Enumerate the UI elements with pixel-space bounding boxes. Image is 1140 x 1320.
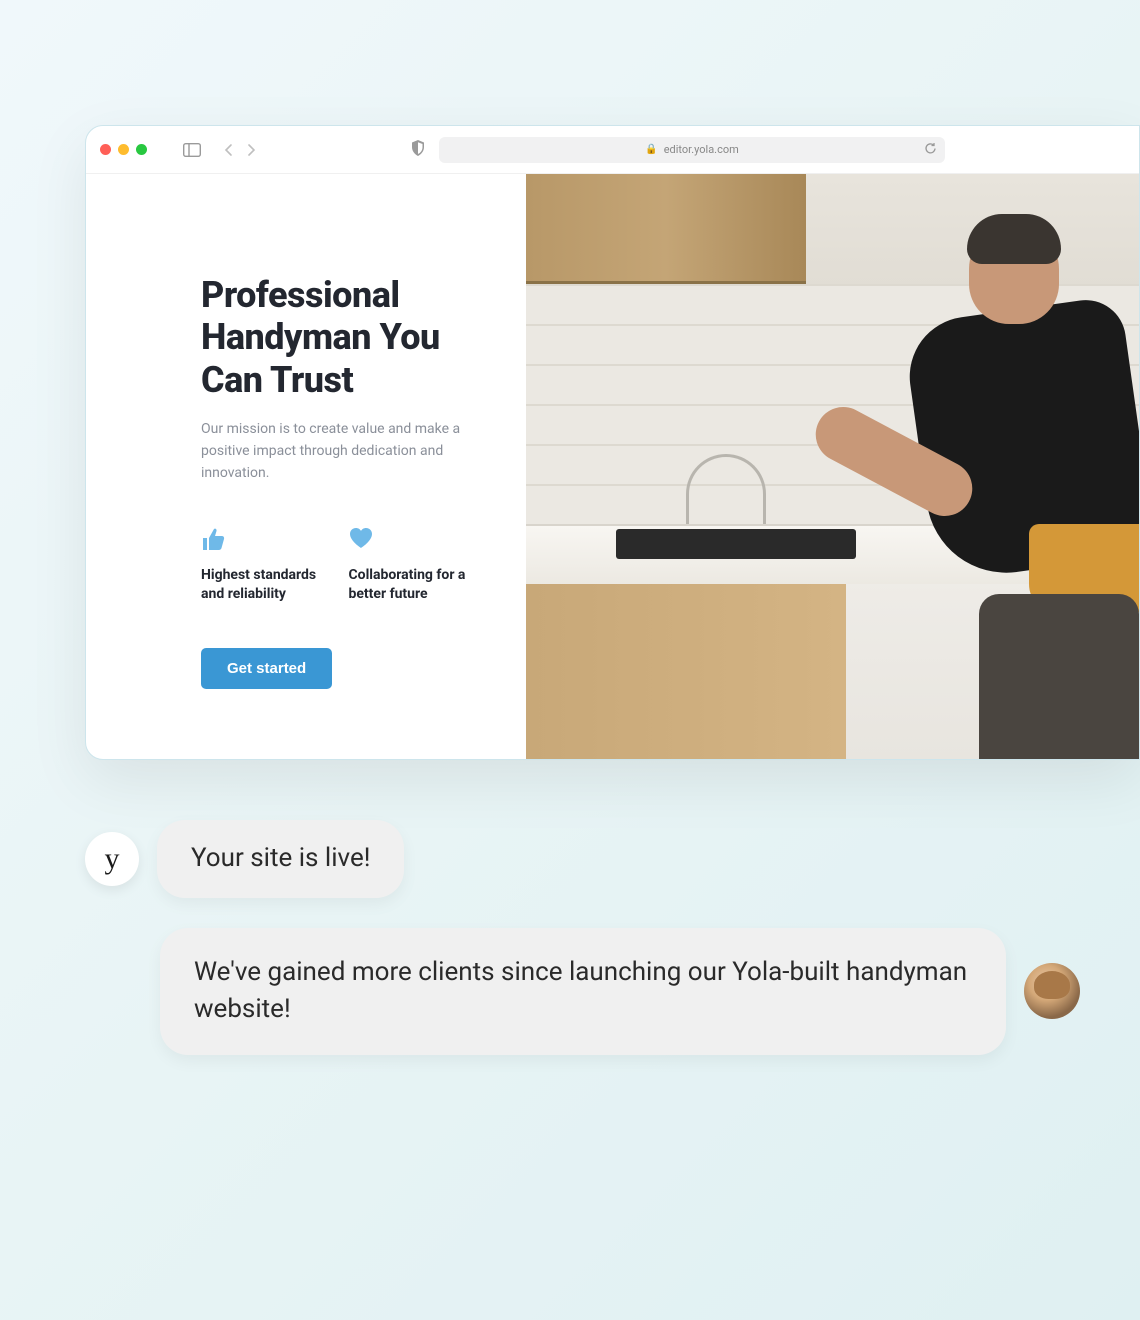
thumbs-up-icon bbox=[201, 528, 319, 550]
privacy-shield-icon[interactable] bbox=[411, 140, 425, 160]
feature-standards: Highest standards and reliability bbox=[201, 528, 319, 604]
feature-label: Highest standards and reliability bbox=[201, 566, 319, 604]
hero-heading: Professional Handyman You Can Trust bbox=[201, 274, 466, 401]
chat-area: y Your site is live! We've gained more c… bbox=[85, 820, 1080, 1055]
website-preview: Professional Handyman You Can Trust Our … bbox=[86, 174, 1139, 759]
sidebar-toggle-icon[interactable] bbox=[183, 143, 201, 157]
chat-bubble: Your site is live! bbox=[157, 820, 404, 898]
lock-icon: 🔒 bbox=[645, 144, 657, 155]
chat-message-system: y Your site is live! bbox=[85, 820, 1080, 898]
features-row: Highest standards and reliability Collab… bbox=[201, 528, 466, 604]
feature-collaboration: Collaborating for a better future bbox=[349, 528, 467, 604]
address-text: editor.yola.com bbox=[664, 143, 739, 156]
navigation-arrows bbox=[223, 143, 257, 157]
close-window-button[interactable] bbox=[100, 144, 111, 155]
minimize-window-button[interactable] bbox=[118, 144, 129, 155]
hero-left-column: Professional Handyman You Can Trust Our … bbox=[86, 174, 526, 759]
heart-icon bbox=[349, 528, 467, 550]
yola-avatar: y bbox=[85, 832, 139, 886]
chat-bubble: We've gained more clients since launchin… bbox=[160, 928, 1006, 1055]
address-bar[interactable]: 🔒 editor.yola.com bbox=[439, 137, 945, 163]
yola-logo-letter: y bbox=[105, 842, 120, 876]
forward-button[interactable] bbox=[247, 143, 257, 157]
back-button[interactable] bbox=[223, 143, 233, 157]
user-avatar bbox=[1024, 963, 1080, 1019]
window-controls bbox=[100, 144, 147, 155]
maximize-window-button[interactable] bbox=[136, 144, 147, 155]
hero-image bbox=[526, 174, 1139, 759]
browser-window: 🔒 editor.yola.com Professional Handyman … bbox=[85, 125, 1140, 760]
feature-label: Collaborating for a better future bbox=[349, 566, 467, 604]
get-started-button[interactable]: Get started bbox=[201, 648, 332, 689]
refresh-icon[interactable] bbox=[924, 142, 937, 158]
browser-toolbar: 🔒 editor.yola.com bbox=[86, 126, 1139, 174]
chat-message-user: We've gained more clients since launchin… bbox=[160, 928, 1080, 1055]
hero-mission-text: Our mission is to create value and make … bbox=[201, 419, 461, 484]
